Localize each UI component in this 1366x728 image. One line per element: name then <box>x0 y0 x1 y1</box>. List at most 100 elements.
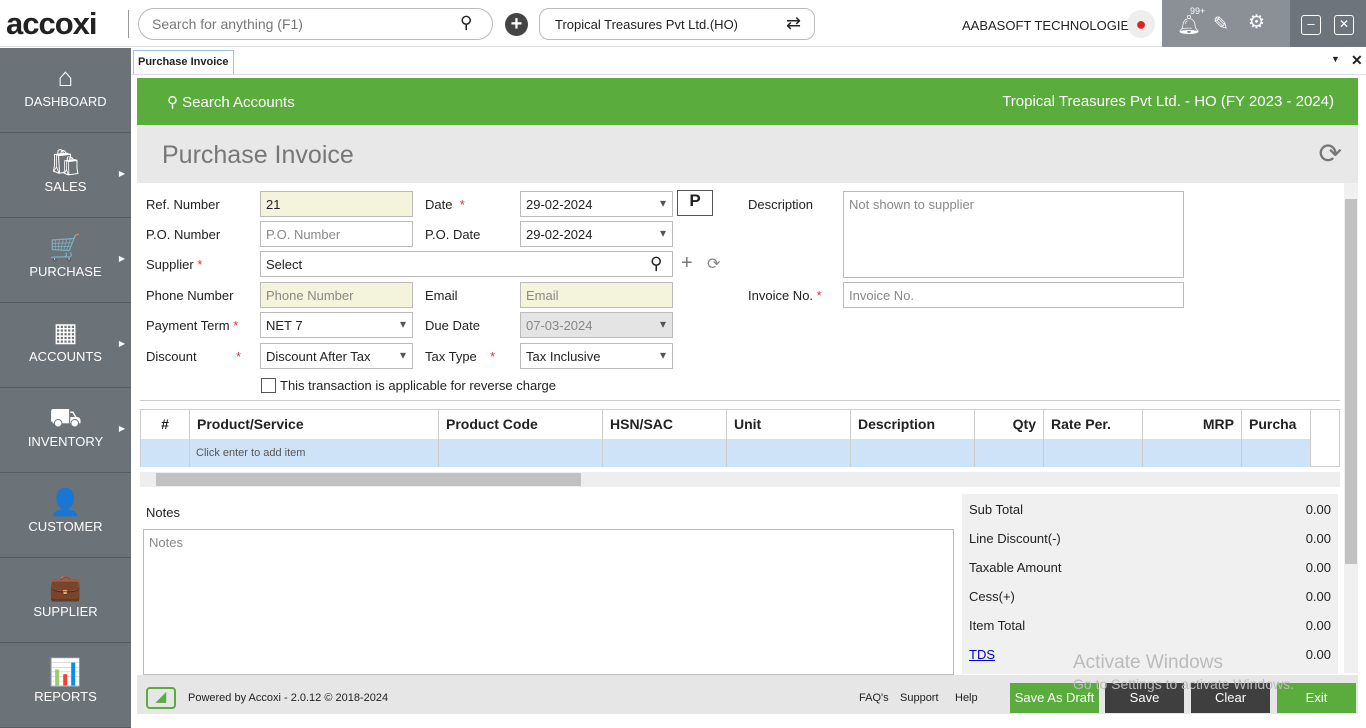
ref-label: Ref. Number <box>146 197 220 212</box>
due-date-label: Due Date <box>425 318 480 333</box>
faq-link[interactable]: FAQ's <box>859 692 889 704</box>
add-supplier-icon[interactable]: + <box>681 252 693 275</box>
grid-cell[interactable] <box>1242 439 1311 467</box>
total-value: 0.00 <box>1305 618 1331 633</box>
column-header: Product/Service <box>190 410 439 439</box>
switch-company-icon[interactable]: ⇄ <box>786 13 801 34</box>
org-menu[interactable]: AABASOFT TECHNOLOGIES ▶ <box>962 18 1148 33</box>
parking-icon[interactable]: P <box>677 190 713 216</box>
help-link[interactable]: Help <box>955 692 978 704</box>
refresh-icon[interactable]: ⟳ <box>1319 137 1342 170</box>
payment-term-select[interactable]: NET 7 <box>260 312 413 338</box>
sidebar-item-label: DASHBOARD <box>24 94 107 109</box>
total-value: 0.00 <box>1305 502 1331 517</box>
supplier-select[interactable]: Select <box>260 251 673 277</box>
items-grid: # Product/Service Click enter to add item P… <box>140 409 1340 467</box>
search-accounts-label: Search Accounts <box>182 94 295 111</box>
refresh-icon[interactable]: ⟳ <box>707 254 720 274</box>
ref-number-input[interactable]: 21 <box>260 191 413 217</box>
sidebar-item-dashboard[interactable]: ⌂ DASHBOARD <box>0 48 131 133</box>
grid-cell[interactable] <box>1044 439 1143 467</box>
tax-type-label: Tax Type <box>425 349 477 364</box>
required-mark: * <box>236 349 242 364</box>
global-search-input[interactable]: Search for anything (F1) <box>138 8 493 40</box>
divider <box>140 400 1340 401</box>
dashboard-icon: ⌂ <box>57 62 74 92</box>
search-icon[interactable]: ⚲ <box>460 13 472 33</box>
sidebar-item-label: ACCOUNTS <box>29 349 102 364</box>
supplier-label-text: Supplier <box>146 257 194 272</box>
sales-icon: 🛍 <box>48 147 82 177</box>
grid-cell[interactable] <box>727 439 851 467</box>
chevron-right-icon: ▶ <box>118 169 125 178</box>
column-header: Qty <box>975 410 1044 439</box>
column-header: Purcha <box>1242 410 1311 439</box>
total-label: Cess(+) <box>969 589 1015 604</box>
message-icon[interactable]: ✎ <box>1213 13 1229 36</box>
sidebar: ⌂ DASHBOARD 🛍 SALES ▶ 🛒 PURCHASE ▶ ▦ ACCOUNTS ▶ ⛟ IN… <box>0 48 131 728</box>
due-date-input[interactable]: 07-03-2024 <box>520 312 673 338</box>
tab-purchase-invoice[interactable]: Purchase Invoice <box>133 50 234 74</box>
sidebar-item-reports[interactable]: 📊 REPORTS <box>0 643 131 728</box>
discount-select[interactable]: Discount After Tax <box>260 343 413 369</box>
tab-menu-icon[interactable]: ▼ <box>1331 54 1340 64</box>
minimize-icon[interactable]: – <box>1301 15 1321 35</box>
column-header: HSN/SAC <box>603 410 727 439</box>
add-icon[interactable]: + <box>505 13 528 36</box>
title-bar: Purchase Invoice ⟳ <box>137 125 1358 183</box>
grid-cell[interactable] <box>141 439 190 467</box>
grid-cell[interactable] <box>851 439 975 467</box>
grid-cell[interactable] <box>439 439 603 467</box>
date-input[interactable]: 29-02-2024 <box>520 191 673 217</box>
po-date-input[interactable]: 29-02-2024 <box>520 221 673 247</box>
support-link[interactable]: Support <box>900 692 939 704</box>
bell-icon[interactable]: 🔔︎ <box>1177 13 1201 37</box>
sidebar-item-accounts[interactable]: ▦ ACCOUNTS ▶ <box>0 303 131 388</box>
sidebar-item-label: SALES <box>44 179 87 194</box>
sidebar-item-sales[interactable]: 🛍 SALES ▶ <box>0 133 131 218</box>
account-bar: ⚲ Search Accounts Tropical Treasures Pvt… <box>137 78 1358 125</box>
gear-icon[interactable]: ⚙ <box>1248 11 1265 34</box>
chevron-right-icon: ▶ <box>118 339 125 348</box>
vertical-scrollbar[interactable] <box>1344 183 1358 673</box>
company-selector[interactable]: Tropical Treasures Pvt Ltd.(HO) <box>539 8 815 40</box>
grid-cell[interactable] <box>603 439 727 467</box>
po-date-label: P.O. Date <box>425 227 481 242</box>
search-icon[interactable]: ⚲ <box>650 254 662 274</box>
horizontal-scrollbar[interactable] <box>140 472 1340 487</box>
po-number-input[interactable]: P.O. Number <box>260 221 413 247</box>
email-input[interactable]: Email <box>520 282 673 308</box>
po-label: P.O. Number <box>146 227 221 242</box>
close-window-icon[interactable]: ✕ <box>1334 15 1354 35</box>
grid-cell[interactable]: Click enter to add item <box>190 439 439 467</box>
sidebar-item-customer[interactable]: 👤 CUSTOMER <box>0 473 131 558</box>
description-textarea[interactable]: Not shown to supplier <box>843 191 1184 278</box>
column-header: Rate Per. <box>1044 410 1143 439</box>
grid-cell[interactable] <box>1143 439 1242 467</box>
notes-label: Notes <box>146 505 180 520</box>
required-mark: * <box>816 288 822 303</box>
total-label[interactable]: TDS <box>969 647 995 662</box>
sidebar-item-inventory[interactable]: ⛟ INVENTORY ▶ <box>0 388 131 473</box>
invoice-no-input[interactable]: Invoice No. <box>843 282 1184 308</box>
invoice-no-label: Invoice No. * <box>748 288 822 303</box>
sidebar-item-purchase[interactable]: 🛒 PURCHASE ▶ <box>0 218 131 303</box>
reverse-charge-checkbox[interactable] <box>261 378 276 393</box>
avatar[interactable]: ● <box>1127 10 1155 38</box>
required-mark: * <box>490 349 496 364</box>
grid-cell[interactable] <box>975 439 1044 467</box>
sidebar-item-supplier[interactable]: 💼 SUPPLIER <box>0 558 131 643</box>
search-accounts-link[interactable]: ⚲ Search Accounts <box>167 93 295 111</box>
phone-input[interactable]: Phone Number <box>260 282 413 308</box>
accounts-icon: ▦ <box>53 317 78 347</box>
close-tab-icon[interactable]: ✕ <box>1351 52 1363 69</box>
required-mark: * <box>197 257 203 272</box>
payment-term-label-text: Payment Term <box>146 318 230 333</box>
total-value: 0.00 <box>1305 647 1331 662</box>
notes-textarea[interactable]: Notes <box>143 529 954 675</box>
date-label-text: Date <box>425 197 453 212</box>
total-label: Sub Total <box>969 502 1023 517</box>
notification-badge: 99+ <box>1190 6 1206 16</box>
tax-type-select[interactable]: Tax Inclusive <box>520 343 673 369</box>
powered-by: Powered by Accoxi - 2.0.12 © 2018-2024 <box>188 692 389 704</box>
